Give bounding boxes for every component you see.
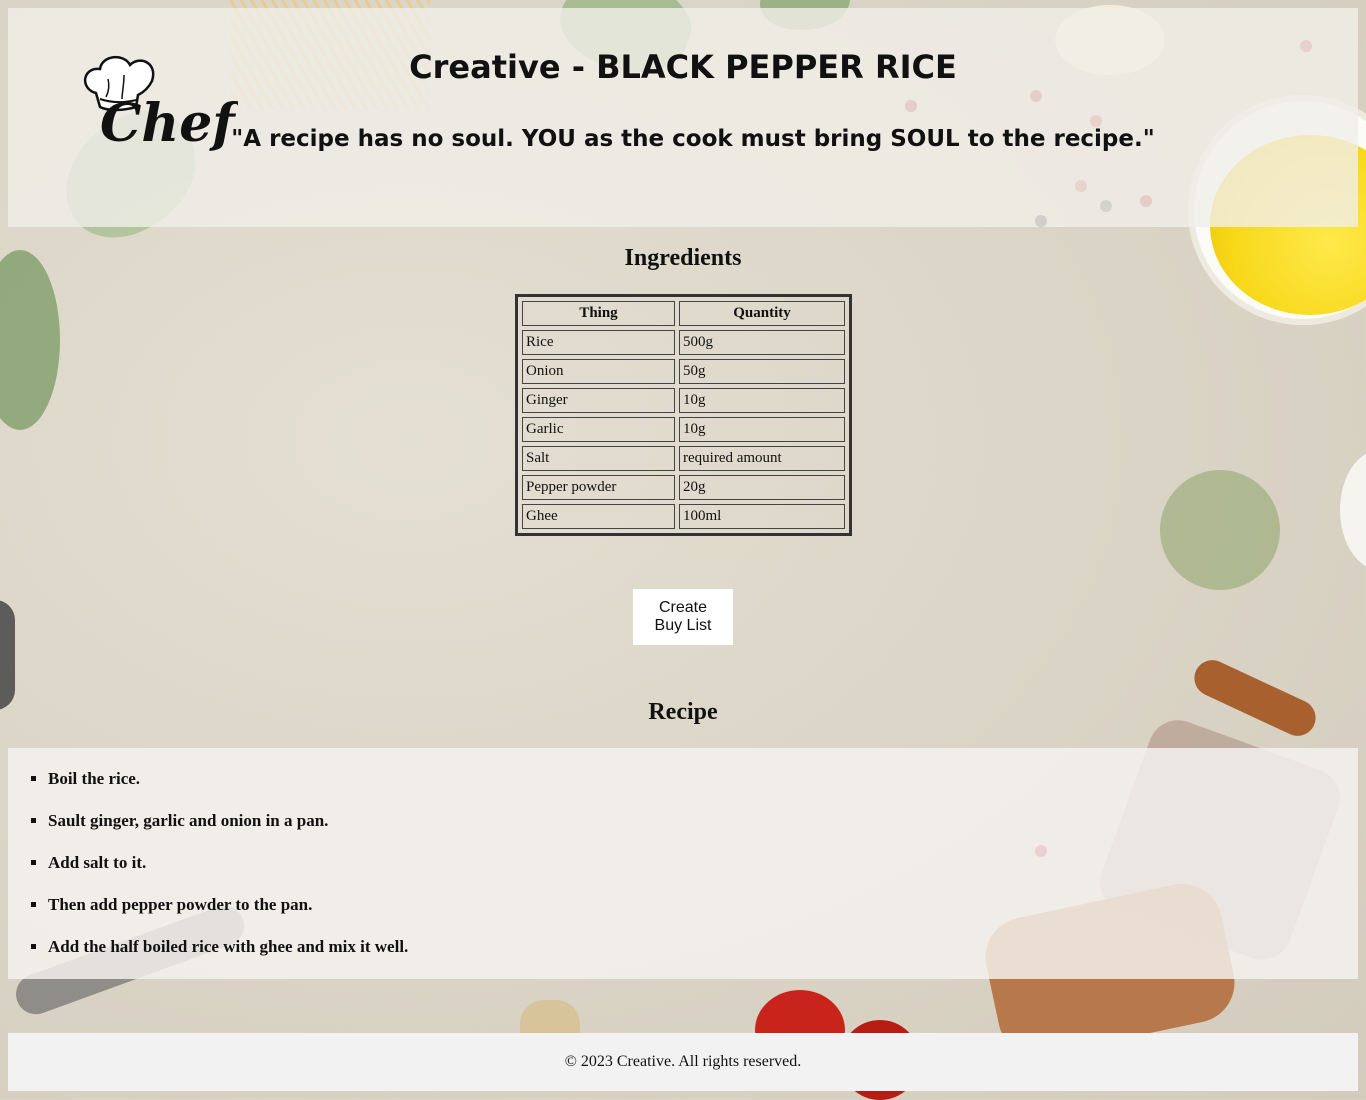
herb-decoration — [0, 250, 60, 430]
quantity-cell: 10g — [679, 388, 845, 413]
recipe-steps-panel: Boil the rice. Sault ginger, garlic and … — [8, 748, 1358, 979]
quantity-cell: 100ml — [679, 504, 845, 529]
thing-cell: Ginger — [522, 388, 675, 413]
table-row: Pepper powder 20g — [522, 475, 845, 500]
thing-cell: Salt — [522, 446, 675, 471]
table-row: Ghee 100ml — [522, 504, 845, 529]
quantity-cell: 20g — [679, 475, 845, 500]
thing-cell: Onion — [522, 359, 675, 384]
column-header-thing: Thing — [522, 301, 675, 326]
pepper-mill-handle-decoration — [1188, 654, 1322, 742]
ingredients-table: Thing Quantity Rice 500g Onion 50g Ginge… — [515, 294, 852, 536]
page-title: Creative - BLACK PEPPER RICE — [409, 48, 957, 86]
quantity-cell: 500g — [679, 330, 845, 355]
quantity-cell: 50g — [679, 359, 845, 384]
thing-cell: Pepper powder — [522, 475, 675, 500]
copyright-text: © 2023 Creative. All rights reserved. — [564, 1053, 802, 1070]
recipe-step: Add salt to it. — [48, 852, 408, 894]
page-footer: © 2023 Creative. All rights reserved. — [8, 1033, 1358, 1091]
thing-cell: Garlic — [522, 417, 675, 442]
recipe-step: Add the half boiled rice with ghee and m… — [48, 936, 408, 978]
column-header-quantity: Quantity — [679, 301, 845, 326]
pan-handle-decoration — [0, 600, 15, 710]
table-header-row: Thing Quantity — [522, 301, 845, 326]
table-row: Rice 500g — [522, 330, 845, 355]
ingredients-heading: Ingredients — [624, 245, 742, 271]
table-row: Onion 50g — [522, 359, 845, 384]
recipe-steps-list: Boil the rice. Sault ginger, garlic and … — [8, 768, 408, 978]
quantity-cell: required amount — [679, 446, 845, 471]
header-quote: "A recipe has no soul. YOU as the cook m… — [231, 126, 1155, 152]
thing-cell: Rice — [522, 330, 675, 355]
bowl-decoration — [1340, 450, 1366, 570]
thing-cell: Ghee — [522, 504, 675, 529]
create-buy-list-button[interactable]: Create Buy List — [633, 589, 733, 645]
recipe-heading: Recipe — [648, 699, 718, 725]
recipe-step: Sault ginger, garlic and onion in a pan. — [48, 810, 408, 852]
table-row: Garlic 10g — [522, 417, 845, 442]
page-header: Chef Creative - BLACK PEPPER RICE "A rec… — [8, 8, 1358, 227]
table-row: Salt required amount — [522, 446, 845, 471]
recipe-step: Boil the rice. — [48, 768, 408, 810]
thyme-decoration — [1160, 470, 1280, 590]
table-row: Ginger 10g — [522, 388, 845, 413]
recipe-step: Then add pepper powder to the pan. — [48, 894, 408, 936]
quantity-cell: 10g — [679, 417, 845, 442]
